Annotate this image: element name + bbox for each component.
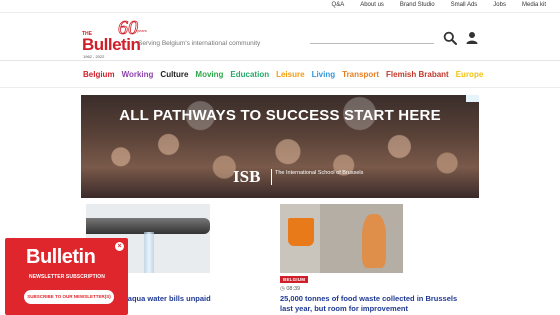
bag-image [362, 214, 386, 268]
category-link[interactable]: Transport [342, 70, 379, 79]
site-tagline: Serving Belgium's international communit… [138, 40, 261, 47]
utility-link[interactable]: Q&A [332, 2, 345, 8]
category-link[interactable]: Moving [195, 70, 223, 79]
category-link[interactable]: Culture [160, 70, 188, 79]
logo-years: years [137, 28, 147, 33]
newsletter-popup: × THE Bulletin NEWSLETTER SUBSCRIPTION S… [5, 238, 128, 315]
subscribe-button[interactable]: SUBSCRIBE TO OUR NEWSLETTER(S) [24, 290, 114, 304]
popup-subtitle: NEWSLETTER SUBSCRIPTION [29, 274, 105, 280]
category-badge[interactable]: BELGIUM [280, 276, 309, 283]
utility-link[interactable]: About us [360, 2, 384, 8]
category-link[interactable]: Leisure [276, 70, 304, 79]
ad-choices-icon[interactable] [466, 95, 479, 102]
utility-link[interactable]: Brand Studio [400, 2, 435, 8]
user-icon[interactable] [465, 31, 479, 45]
isb-logo: ISB [233, 167, 261, 186]
article-title[interactable]: 25,000 tonnes of food waste collected in… [280, 294, 470, 313]
isb-divider [271, 169, 272, 185]
category-link[interactable]: Working [122, 70, 154, 79]
search-input[interactable] [310, 43, 434, 44]
site-logo[interactable]: THE Bulletin 60 years 1962 - 2022 [82, 17, 152, 59]
search-icon[interactable] [443, 31, 457, 45]
article-thumbnail-food-waste[interactable] [280, 204, 403, 273]
water-stream-image [144, 232, 154, 273]
category-nav: Belgium Working Culture Moving Education Leis… [0, 62, 560, 88]
article-time: ◷ 08:39 [280, 286, 300, 292]
category-link[interactable]: Belgium [83, 70, 115, 79]
popup-logo: Bulletin [26, 246, 96, 268]
logo-anniversary: 60 [118, 17, 139, 40]
category-link[interactable]: Education [230, 70, 269, 79]
banner-ad[interactable]: ALL PATHWAYS TO SUCCESS START HERE ISB T… [81, 95, 479, 198]
utility-link[interactable]: Small Ads [451, 2, 478, 8]
category-list: Belgium Working Culture Moving Education Leis… [83, 70, 490, 79]
utility-link[interactable]: Jobs [493, 2, 506, 8]
close-icon[interactable]: × [115, 242, 124, 251]
clock-icon: ◷ [280, 286, 285, 292]
category-link[interactable]: Living [312, 70, 336, 79]
top-utility-bar: Q&A About us Brand Studio Small Ads Jobs Medi… [0, 0, 560, 13]
article-time-value: 08:39 [286, 286, 301, 292]
site-header: THE Bulletin 60 years 1962 - 2022 Servin… [0, 13, 560, 61]
utility-links: Q&A About us Brand Studio Small Ads Jobs Medi… [316, 2, 546, 8]
category-link[interactable]: Europe [456, 70, 484, 79]
isb-school-name: The International School of Brussels [275, 170, 364, 176]
banner-headline: ALL PATHWAYS TO SUCCESS START HERE [119, 107, 441, 124]
logo-dates: 1962 - 2022 [83, 54, 105, 59]
category-link[interactable]: Flemish Brabant [386, 70, 449, 79]
utility-link[interactable]: Media kit [522, 2, 546, 8]
bucket-image [288, 218, 314, 246]
